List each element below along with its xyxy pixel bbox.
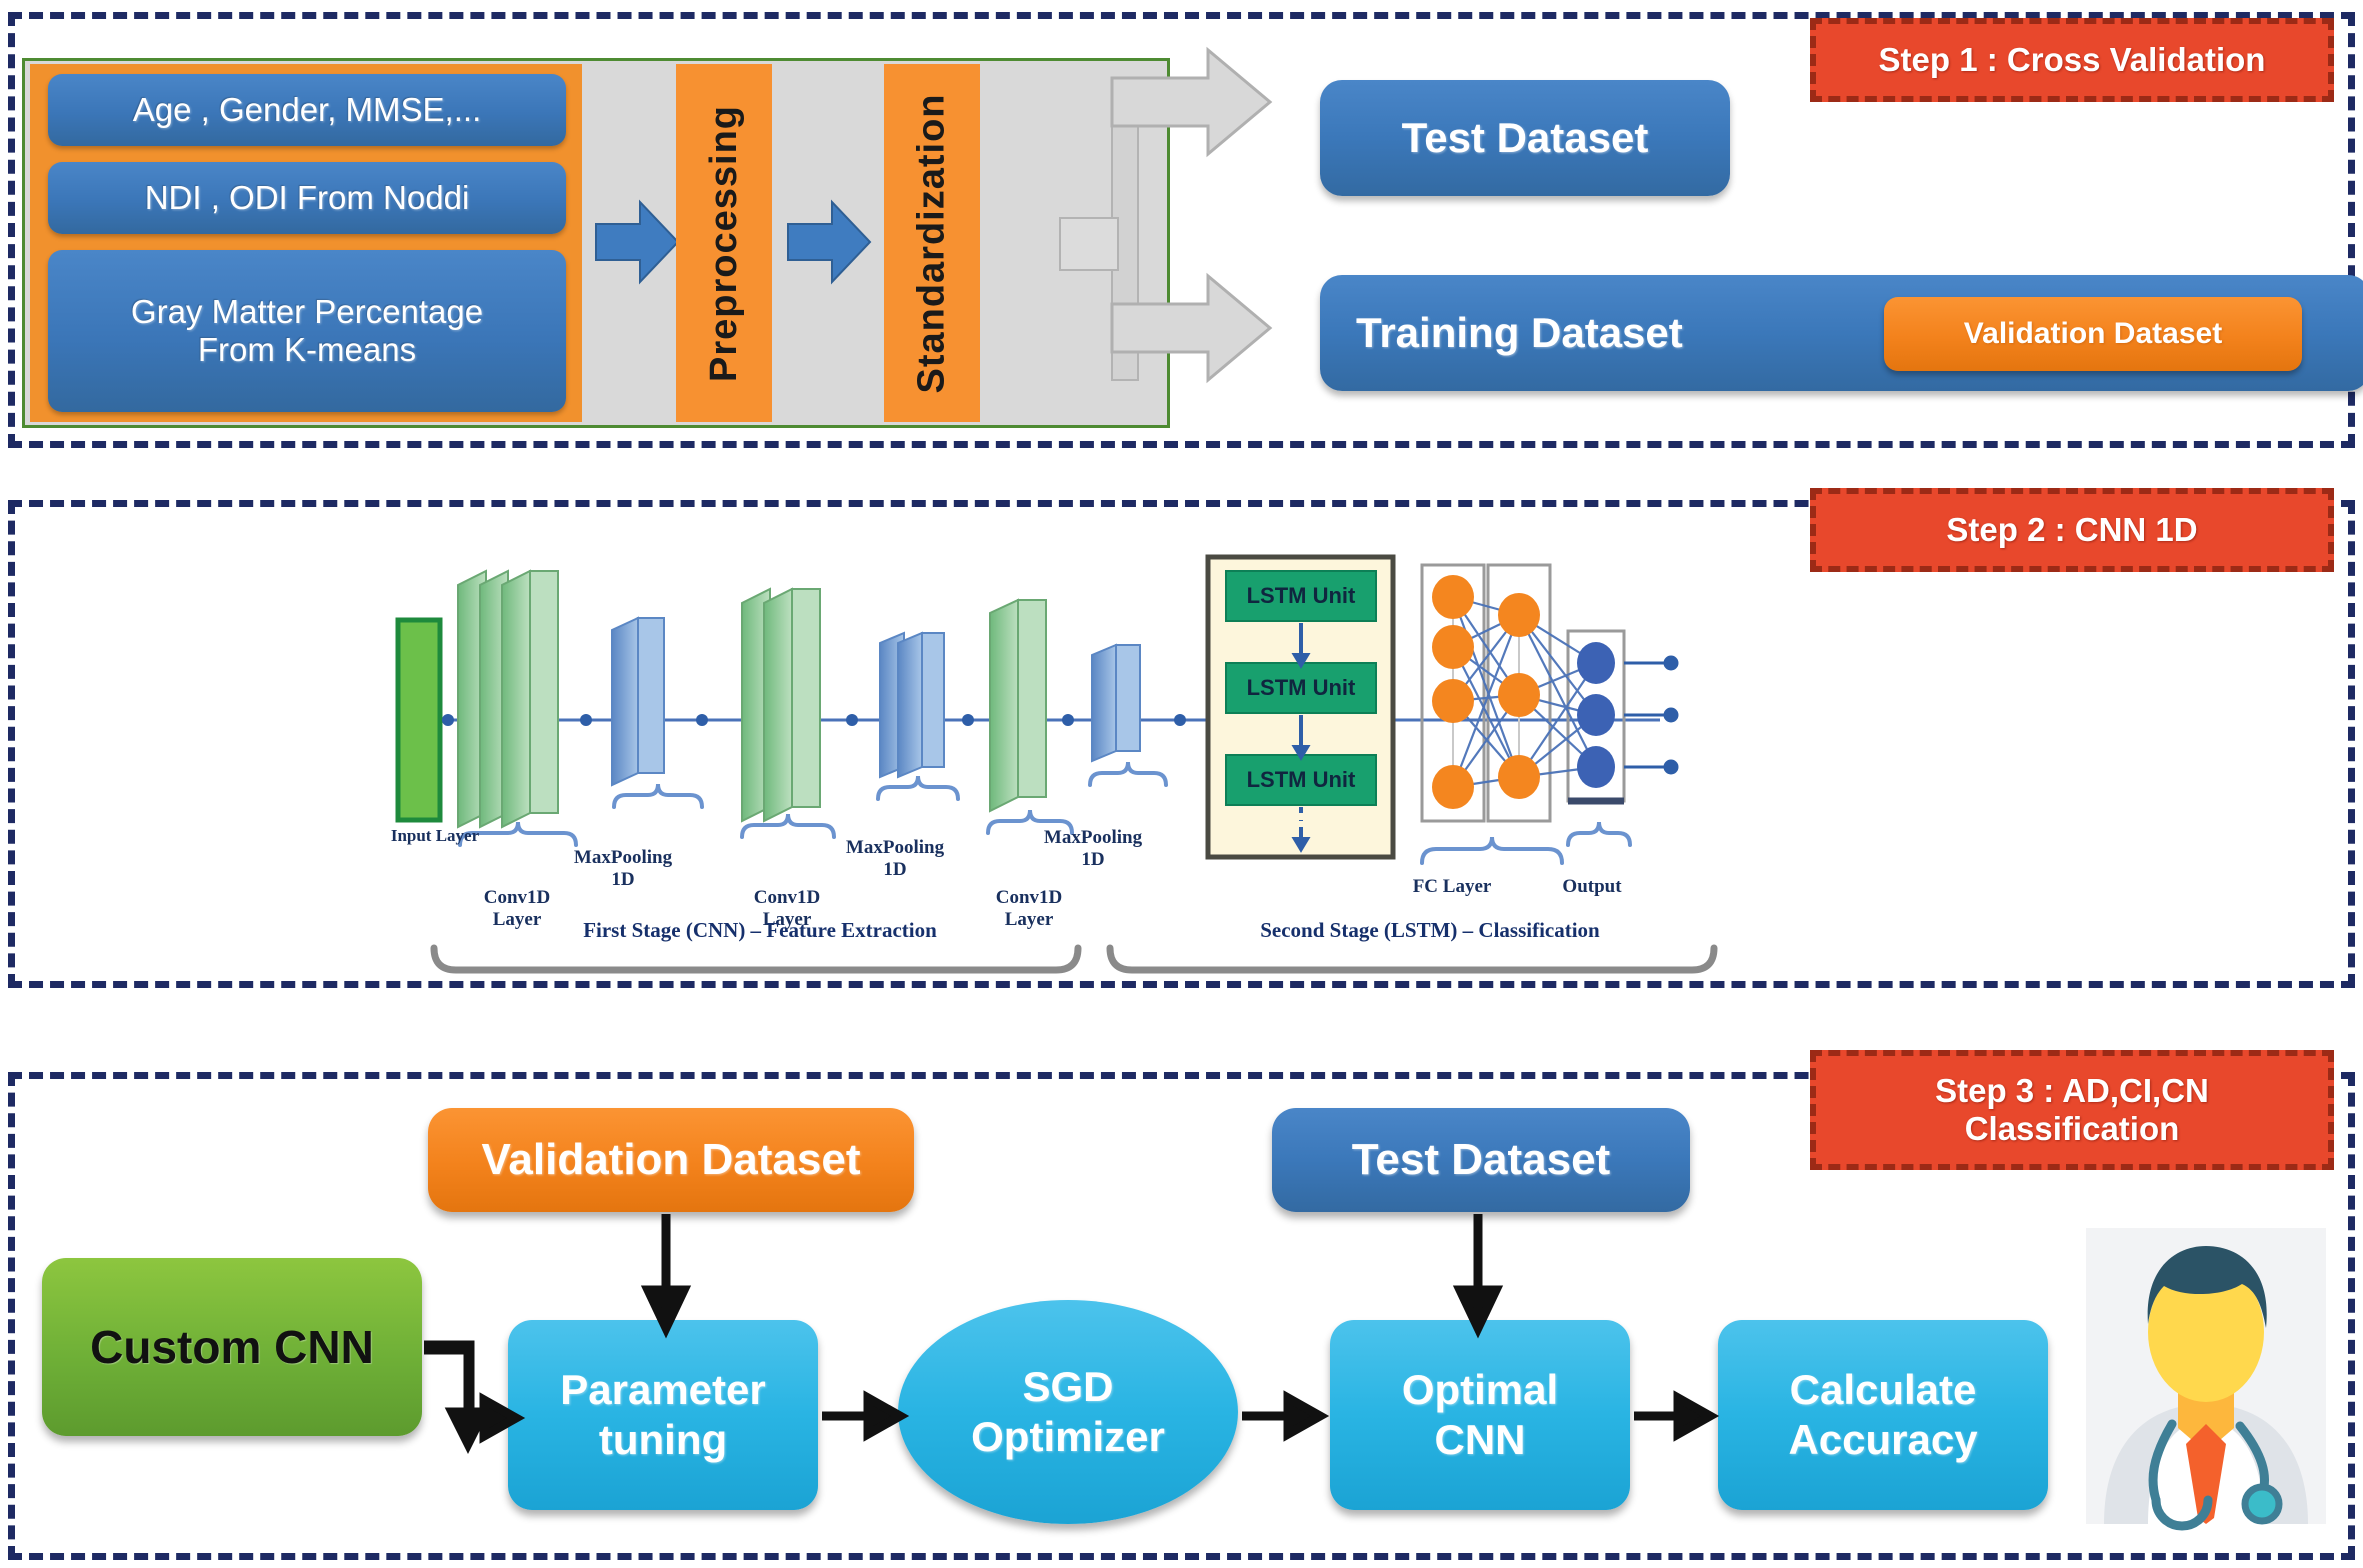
stage-label: Second Stage (LSTM) – Classification: [1260, 918, 1600, 942]
feature-box-label: Age , Gender, MMSE,...: [132, 91, 482, 129]
test-dataset-box: Test Dataset: [1320, 80, 1730, 196]
lstm-unit-label: LSTM Unit: [1246, 767, 1356, 792]
layer-label: MaxPooling 1D: [573, 847, 673, 890]
input-layer-caption: Input Layer: [380, 826, 490, 845]
arrow-to-standardization-icon: [787, 196, 872, 288]
feature-box-ndi-odi: NDI , ODI From Noddi: [48, 162, 566, 234]
lstm-unit-label: LSTM Unit: [1246, 675, 1356, 700]
stage-label: First Stage (CNN) – Feature Extraction: [583, 918, 937, 942]
step-2-label-chip: Step 2 : CNN 1D: [1810, 488, 2334, 572]
training-dataset-label: Training Dataset: [1356, 309, 1683, 356]
feature-box-label: NDI , ODI From Noddi: [144, 179, 470, 217]
step3-connectors-icon: [0, 1100, 2363, 1560]
input-layer-label: Input Layer: [390, 826, 480, 845]
arrow-to-test-dataset-icon: [1110, 44, 1273, 160]
lstm-unit-label: LSTM Unit: [1246, 583, 1356, 608]
step-1-label: Step 1 : Cross Validation: [1878, 41, 2266, 79]
step-2-label: Step 2 : CNN 1D: [1946, 511, 2198, 549]
layer-caption-maxpool-1: MaxPooling 1D: [548, 826, 698, 890]
output-caption: Output: [1512, 876, 1672, 897]
fc-layer-label: FC Layer: [1412, 876, 1492, 897]
output-label: Output: [1562, 876, 1622, 897]
test-dataset-label: Test Dataset: [1401, 114, 1649, 161]
step-1-label-chip: Step 1 : Cross Validation: [1810, 18, 2334, 102]
layer-label: MaxPooling 1D: [845, 837, 945, 880]
feature-box-age-gender-mmse: Age , Gender, MMSE,...: [48, 74, 566, 146]
pipeline-stage-preprocessing: Preprocessing: [676, 64, 772, 422]
feature-box-label: Gray Matter Percentage From K-means: [130, 293, 484, 368]
arrow-to-preprocessing-icon: [595, 196, 680, 288]
lstm-unit-2-label-wrap: LSTM Unit: [1226, 663, 1376, 713]
validation-dataset-badge: Validation Dataset: [1884, 297, 2302, 371]
lstm-unit-3-label-wrap: LSTM Unit: [1226, 755, 1376, 805]
feature-box-gray-matter: Gray Matter Percentage From K-means: [48, 250, 566, 412]
lstm-unit-1-label-wrap: LSTM Unit: [1226, 571, 1376, 621]
layer-label: MaxPooling 1D: [1043, 827, 1143, 870]
pipeline-stage-label: Preprocessing: [702, 104, 745, 382]
fc-layer-caption: FC Layer: [1372, 876, 1532, 897]
layer-caption-maxpool-3: MaxPooling 1D: [1018, 806, 1168, 870]
pipeline-stage-standardization: Standardization: [884, 64, 980, 422]
layer-caption-maxpool-2: MaxPooling 1D: [820, 816, 970, 880]
doctor-icon: [2086, 1228, 2326, 1531]
stage-1-caption: First Stage (CNN) – Feature Extraction: [430, 918, 1090, 943]
stage-2-caption: Second Stage (LSTM) – Classification: [1120, 918, 1740, 943]
validation-dataset-label: Validation Dataset: [1963, 317, 2223, 350]
stage-brackets-icon: [430, 944, 1740, 984]
pipeline-stage-label: Standardization: [910, 92, 953, 394]
arrow-to-training-dataset-icon: [1110, 270, 1273, 386]
